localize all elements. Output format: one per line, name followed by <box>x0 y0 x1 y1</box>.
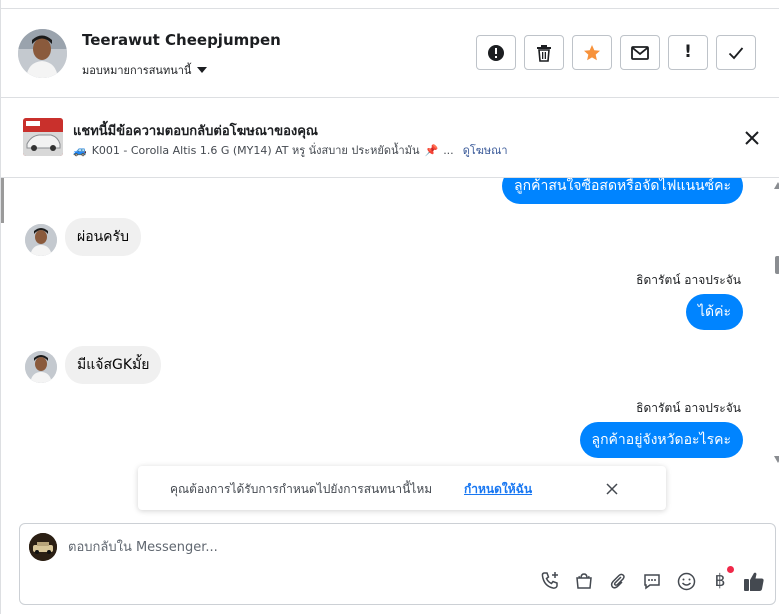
chat-bubble-icon <box>644 574 660 590</box>
delete-button[interactable] <box>524 35 564 70</box>
assign-prompt-text: คุณต้องการได้รับการกำหนดไปยังการสนทนานี้… <box>170 482 433 496</box>
ad-name: K001 - Corolla Altis 1.6 G (MY14) AT หรู… <box>91 144 420 157</box>
contact-avatar-small <box>25 351 57 383</box>
incoming-message[interactable]: มีแจ้สGKมั้ย <box>65 346 162 384</box>
thread-scrollbar[interactable] <box>774 178 779 468</box>
pin-icon: 📌 <box>424 143 439 157</box>
page-avatar <box>29 533 57 561</box>
smiley-icon <box>677 572 695 590</box>
spam-button[interactable] <box>476 35 516 70</box>
outgoing-message[interactable]: ลูกค้าอยู่จังหวัดอะไรคะ <box>579 422 743 458</box>
assign-prompt-toast: คุณต้องการได้รับการกำหนดไปยังการสนทนานี้… <box>138 466 666 510</box>
exclamation-icon: ! <box>684 42 692 62</box>
envelope-icon <box>631 45 649 60</box>
phone-add-icon <box>541 572 558 589</box>
trash-icon <box>537 44 551 62</box>
close-icon <box>606 483 618 495</box>
mark-unread-button[interactable] <box>620 35 660 70</box>
emoji-button[interactable] <box>675 570 697 592</box>
assign-dropdown[interactable]: มอบหมายการสนทนานี้ <box>82 61 208 79</box>
message-composer: ฿ <box>19 523 776 605</box>
payment-button[interactable]: ฿ <box>709 566 734 592</box>
follow-up-button[interactable]: ! <box>668 35 708 70</box>
star-button[interactable] <box>572 35 612 70</box>
contact-avatar[interactable] <box>18 29 67 78</box>
outgoing-message[interactable]: ลูกค้าสนใจซื้อสดหรือจัดไฟแนนซ์คะ <box>502 178 743 204</box>
incoming-message[interactable]: ผ่อนครับ <box>65 218 141 256</box>
attach-button[interactable] <box>607 570 629 592</box>
paperclip-icon <box>610 573 625 589</box>
checkmark-icon <box>728 46 744 59</box>
contact-avatar-small <box>25 224 57 256</box>
alert-circle-icon <box>488 44 504 61</box>
saved-replies-button[interactable] <box>641 570 663 592</box>
contact-name[interactable]: Teerawut Cheepjumpen <box>82 31 281 49</box>
assign-label: มอบหมายการสนทนานี้ <box>82 64 192 77</box>
ad-thumbnail[interactable] <box>23 118 63 156</box>
ad-ellipsis: ... <box>443 143 454 157</box>
close-icon <box>745 131 759 145</box>
notification-dot <box>727 566 734 573</box>
mark-done-button[interactable] <box>716 35 756 70</box>
thumbs-up-icon <box>744 572 764 591</box>
sender-name: ธิดารัตน์ อาจประจัน <box>636 273 741 287</box>
close-banner-button[interactable] <box>742 128 762 148</box>
resize-handle[interactable] <box>1 178 4 223</box>
sender-name: ธิดารัตน์ อาจประจัน <box>636 401 741 415</box>
scroll-up-icon[interactable] <box>774 182 779 189</box>
conversation-panel: Teerawut Cheepjumpen มอบหมายการสนทนานี้ <box>0 0 779 614</box>
scroll-down-icon[interactable] <box>774 456 779 463</box>
conversation-header: Teerawut Cheepjumpen มอบหมายการสนทนานี้ <box>1 9 779 98</box>
baht-icon: ฿ <box>714 570 726 591</box>
shop-button[interactable] <box>573 570 595 592</box>
ad-reply-banner: แชทนี้มีข้อความตอบกลับต่อโฆษณาของคุณ 🚙 K… <box>1 98 779 178</box>
outgoing-message[interactable]: ได้ค่ะ <box>685 294 743 330</box>
like-button[interactable] <box>743 570 765 592</box>
close-toast-button[interactable] <box>605 481 619 495</box>
view-ad-link[interactable]: ดูโฆษณา <box>463 141 508 159</box>
ad-subtitle: 🚙 K001 - Corolla Altis 1.6 G (MY14) AT ห… <box>73 141 508 159</box>
ad-banner-title: แชทนี้มีข้อความตอบกลับต่อโฆษณาของคุณ <box>73 124 318 139</box>
assign-to-me-link[interactable]: กำหนดให้ฉัน <box>464 480 532 499</box>
scrollbar-thumb[interactable] <box>775 256 779 274</box>
call-button[interactable] <box>539 570 561 592</box>
composer-toolbar: ฿ <box>539 566 765 592</box>
car-icon: 🚙 <box>73 143 87 157</box>
header-actions: ! <box>476 35 756 70</box>
shopping-bag-icon <box>576 573 592 589</box>
caret-down-icon <box>197 67 208 73</box>
reply-input[interactable] <box>68 536 758 558</box>
star-icon <box>584 44 600 60</box>
